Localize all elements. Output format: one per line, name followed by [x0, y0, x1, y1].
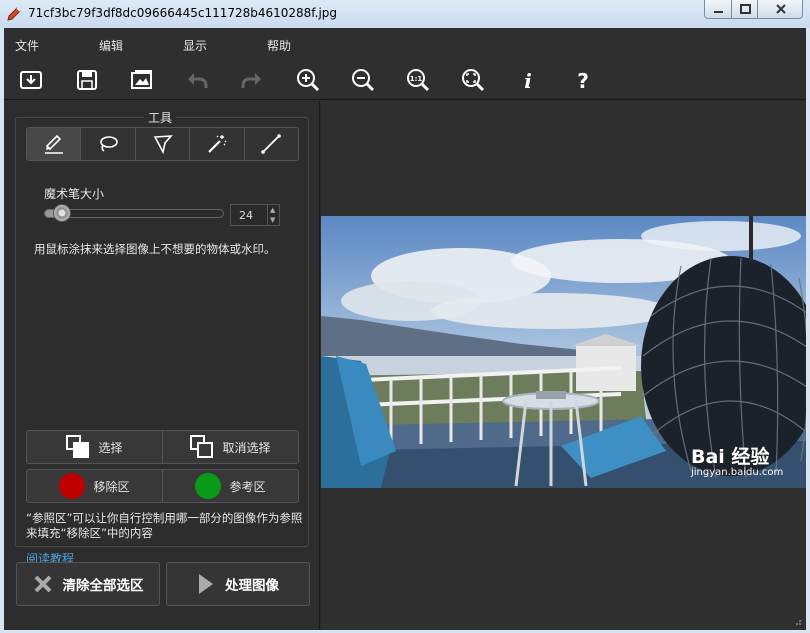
select-button[interactable]: 选择: [27, 431, 163, 463]
title-bar: 71cf3bc79f3df8dc09666445c111728b4610288f…: [0, 0, 810, 28]
deselect-button[interactable]: 取消选择: [163, 431, 298, 463]
zoom-fit-icon: [462, 69, 485, 92]
red-dot-icon: [59, 473, 86, 499]
tool-selector: [26, 127, 299, 161]
undo-button[interactable]: [182, 66, 212, 94]
undo-icon: [188, 73, 208, 88]
polygon-lasso-icon: [153, 135, 173, 155]
brush-size-slider-track[interactable]: [44, 209, 224, 218]
zoom-fit-button[interactable]: [458, 66, 488, 94]
selection-mode-group: 选择 取消选择: [26, 430, 299, 464]
open-icon: [20, 71, 42, 89]
application-window: 71cf3bc79f3df8dc09666445c111728b4610288f…: [0, 0, 810, 633]
app-body: 文件 编辑 显示 帮助 1:1 i ? 工具 魔术笔大小 24 ▲ ▼ 用鼠标涂…: [4, 28, 806, 630]
svg-text:?: ?: [577, 69, 589, 93]
x-icon: [34, 575, 51, 593]
watermark-main-text: Bai 经验: [691, 446, 770, 468]
remove-area-button[interactable]: 移除区: [27, 470, 163, 502]
tools-side-panel: 工具 魔术笔大小 24 ▲ ▼ 用鼠标涂抹来选择图像上不想要的物体或水印。 选择…: [4, 101, 320, 630]
magic-wand-icon: [208, 135, 227, 153]
zoom-actual-icon: 1:1: [407, 69, 430, 92]
save-button[interactable]: [72, 66, 102, 94]
close-icon: [776, 4, 786, 14]
magic-wand-tool-button[interactable]: [190, 128, 245, 160]
menu-view[interactable]: 显示: [183, 37, 207, 54]
zoom-in-icon: [297, 69, 320, 92]
process-image-button[interactable]: 处理图像: [166, 562, 310, 606]
reference-area-label: 参考区: [229, 479, 266, 494]
maximize-button[interactable]: [731, 0, 758, 19]
brush-size-spinbox[interactable]: 24 ▲ ▼: [230, 204, 280, 226]
lasso-icon: [100, 136, 118, 152]
spin-up-icon[interactable]: ▲: [270, 206, 275, 214]
brush-size-value: 24: [239, 209, 253, 222]
image-canvas[interactable]: Bai 经验 jingyan.baidu.com: [321, 101, 806, 630]
reference-area-note: “参照区”可以让你自行控制用哪一部分的图像作为参照来填充“移除区”中的内容: [26, 511, 303, 540]
image-icon: [131, 70, 152, 89]
deselect-label: 取消选择: [222, 440, 271, 455]
menu-bar: 文件 编辑 显示 帮助: [4, 28, 806, 60]
clear-all-label: 清除全部选区: [62, 578, 144, 594]
zoom-out-button[interactable]: [348, 66, 378, 94]
toolbar: 1:1 i ?: [4, 60, 806, 100]
menu-help[interactable]: 帮助: [267, 37, 291, 54]
lasso-tool-button[interactable]: [81, 128, 136, 160]
marker-tool-button[interactable]: [27, 128, 82, 160]
spin-down-icon[interactable]: ▼: [270, 216, 275, 224]
select-label: 选择: [98, 440, 123, 455]
app-icon: [7, 7, 21, 21]
minimize-icon: [714, 11, 723, 13]
help-icon: ?: [577, 69, 589, 93]
brush-size-slider-handle[interactable]: [53, 204, 71, 222]
reference-area-button[interactable]: 参考区: [163, 470, 298, 502]
window-title: 71cf3bc79f3df8dc09666445c111728b4610288f…: [28, 6, 338, 20]
play-icon: [199, 574, 213, 594]
minimize-button[interactable]: [704, 0, 732, 19]
menu-edit[interactable]: 编辑: [99, 37, 123, 54]
polygon-lasso-tool-button[interactable]: [135, 128, 191, 160]
baidu-watermark: Bai 经验 jingyan.baidu.com: [691, 442, 783, 478]
tool-hint-text: 用鼠标涂抹来选择图像上不想要的物体或水印。: [34, 242, 276, 256]
svg-text:i: i: [524, 69, 532, 93]
line-tool-button[interactable]: [244, 128, 298, 160]
redo-icon: [241, 73, 261, 88]
green-dot-icon: [195, 473, 222, 499]
zoom-actual-button[interactable]: 1:1: [403, 66, 433, 94]
redo-button[interactable]: [237, 66, 267, 94]
line-icon: [261, 134, 282, 154]
zoom-in-button[interactable]: [293, 66, 323, 94]
image-button[interactable]: [127, 66, 157, 94]
resize-grip-icon[interactable]: [792, 616, 802, 626]
loaded-photo[interactable]: Bai 经验 jingyan.baidu.com: [321, 216, 806, 488]
watermark-sub-text: jingyan.baidu.com: [691, 467, 784, 478]
maximize-icon: [740, 4, 751, 14]
process-label: 处理图像: [225, 578, 279, 594]
svg-text:1:1: 1:1: [410, 75, 423, 83]
save-icon: [77, 70, 97, 90]
zoom-out-icon: [352, 69, 375, 92]
deselect-icon: [190, 435, 214, 459]
remove-area-label: 移除区: [93, 479, 130, 494]
open-button[interactable]: [16, 66, 46, 94]
menu-file[interactable]: 文件: [15, 37, 39, 54]
tools-group-title: 工具: [144, 109, 177, 126]
info-button[interactable]: i: [513, 66, 543, 94]
close-button[interactable]: [757, 0, 803, 19]
info-icon: i: [524, 69, 532, 93]
brush-size-label: 魔术笔大小: [44, 187, 105, 201]
clear-all-selections-button[interactable]: 清除全部选区: [16, 562, 160, 606]
area-mode-group: 移除区 参考区: [26, 469, 299, 503]
select-icon: [66, 435, 90, 459]
help-button[interactable]: ?: [568, 66, 598, 94]
spin-buttons: ▲ ▼: [267, 205, 279, 225]
marker-icon: [44, 134, 63, 154]
